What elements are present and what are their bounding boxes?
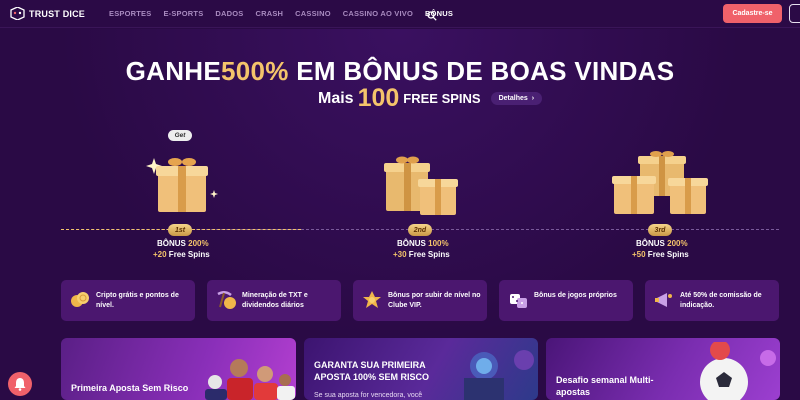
- promo-body: Se sua aposta for vencedora, você: [314, 392, 423, 399]
- dice-icon: [510, 294, 527, 308]
- medal-icon: [363, 291, 381, 308]
- support-chat-button[interactable]: [8, 372, 32, 396]
- headline-pre: GANHE: [125, 56, 221, 86]
- nav-crash[interactable]: CRASH: [256, 9, 284, 18]
- sub-number: 100: [357, 84, 400, 112]
- bell-icon: [14, 378, 26, 391]
- soccer-ball-image: [700, 342, 776, 400]
- tier-3-spins: +50 Free Spins: [632, 250, 689, 259]
- tier-3-bonus: BÔNUS 200%: [636, 239, 688, 248]
- login-button[interactable]: [789, 4, 800, 23]
- details-label: Detalhes: [498, 95, 528, 102]
- dice-logo-icon: [10, 7, 25, 20]
- tier-badge-1: 1st: [168, 224, 192, 236]
- tier-3-bonus-label: BÔNUS: [636, 239, 668, 248]
- players-image: [205, 359, 295, 400]
- tier-2-bonus-pct: 100%: [428, 239, 449, 248]
- search-icon[interactable]: [427, 8, 437, 21]
- promo-title: GARANTA SUA PRIMEIRA APOSTA 100% SEM RIS…: [314, 360, 430, 382]
- get-bubble[interactable]: Get: [168, 130, 192, 141]
- nav-e-sports[interactable]: E-SPORTS: [163, 9, 203, 18]
- nav-cassino-ao-vivo[interactable]: CASSINO AO VIVO: [343, 9, 413, 18]
- feature-text: Bônus de jogos próprios: [534, 292, 617, 299]
- nav-esportes[interactable]: ESPORTES: [109, 9, 151, 18]
- promo-title: Desafio semanal Multi-apostas: [556, 375, 654, 397]
- feature-text: Mineração de TXT e dividendos diários: [242, 292, 308, 309]
- feature-card-mining[interactable]: Mineração de TXT e dividendos diários: [207, 280, 341, 321]
- tier-1-spins: +20 Free Spins: [153, 250, 210, 259]
- gifts-icon: [384, 156, 458, 215]
- tier-2-spins-label: Free Spins: [406, 250, 450, 259]
- top-navigation-bar: TRUST DICE ESPORTES E-SPORTS DADOS CRASH…: [0, 0, 800, 28]
- nav-cassino[interactable]: CASSINO: [295, 9, 331, 18]
- headline-post: EM BÔNUS DE BOAS VINDAS: [288, 56, 675, 86]
- megaphone-icon: [655, 293, 672, 307]
- feature-text: Bônus por subir de nível no Clube VIP.: [388, 292, 481, 309]
- promo-card-first-bet[interactable]: Primeira Aposta Sem Risco: [61, 338, 296, 400]
- tier-2-bonus: BÔNUS 100%: [397, 239, 449, 248]
- tier-1-bonus-label: BÔNUS: [157, 239, 189, 248]
- tier-3-bonus-pct: 200%: [667, 239, 688, 248]
- gift-icon: [146, 158, 218, 212]
- promo-card-weekly-challenge[interactable]: Desafio semanal Multi-apostas: [546, 338, 780, 400]
- nav-dados[interactable]: DADOS: [215, 9, 243, 18]
- gifts-stack-icon: [612, 151, 708, 214]
- promo-card-risk-free[interactable]: GARANTA SUA PRIMEIRA APOSTA 100% SEM RIS…: [304, 338, 538, 400]
- signup-button[interactable]: Cadastre-se: [723, 4, 782, 23]
- headline-percent: 500%: [221, 56, 289, 86]
- tier-2-spins-num: +30: [393, 250, 407, 259]
- feature-card-crypto[interactable]: Cripto grátis e pontos de nível.: [61, 280, 195, 321]
- chevron-right-icon: ›: [531, 95, 535, 102]
- hero-subline: Mais 100 FREE SPINS Detalhes ›: [318, 84, 543, 112]
- tier-2-spins: +30 Free Spins: [393, 250, 450, 259]
- sub-mais: Mais: [318, 89, 354, 107]
- tier-3-spins-label: Free Spins: [645, 250, 689, 259]
- logo-text: TRUST DICE: [29, 8, 85, 19]
- tier-badge-3: 3rd: [648, 224, 672, 236]
- tier-badge-2: 2nd: [408, 224, 432, 236]
- coins-icon: [71, 292, 89, 307]
- promo-title: Primeira Aposta Sem Risco: [71, 383, 189, 393]
- tier-3-spins-num: +50: [632, 250, 646, 259]
- feature-card-vip[interactable]: Bônus por subir de nível no Clube VIP.: [353, 280, 487, 321]
- tier-1-spins-num: +20: [153, 250, 167, 259]
- site-logo[interactable]: TRUST DICE: [10, 7, 85, 20]
- tier-1-bonus: BÔNUS 200%: [157, 239, 209, 248]
- hero-headline: GANHE500% EM BÔNUS DE BOAS VINDAS: [0, 56, 800, 87]
- feature-text: Até 50% de comissão de indicação.: [680, 292, 762, 309]
- tier-1-bonus-pct: 200%: [188, 239, 209, 248]
- tier-2-bonus-label: BÔNUS: [397, 239, 429, 248]
- feature-card-games[interactable]: Bônus de jogos próprios: [499, 280, 633, 321]
- esports-character-image: [464, 350, 534, 400]
- sub-free-spins: FREE SPINS: [403, 91, 481, 106]
- pickaxe-icon: [217, 291, 236, 309]
- feature-text: Cripto grátis e pontos de nível.: [96, 292, 179, 309]
- main-nav: ESPORTES E-SPORTS DADOS CRASH CASSINO CA…: [109, 9, 453, 18]
- details-button[interactable]: Detalhes ›: [490, 92, 543, 105]
- tier-1-spins-label: Free Spins: [166, 250, 210, 259]
- feature-card-referral[interactable]: Até 50% de comissão de indicação.: [645, 280, 779, 321]
